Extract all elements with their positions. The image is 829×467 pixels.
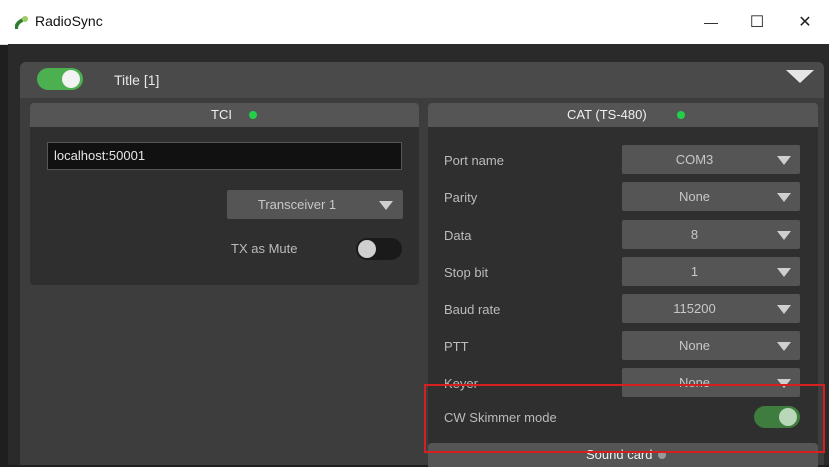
data-dropdown[interactable]: 8 — [622, 220, 800, 249]
minimize-button[interactable]: — — [688, 0, 734, 44]
maximize-icon: ☐ — [749, 14, 765, 31]
parity-label: Parity — [444, 190, 478, 205]
data-label: Data — [444, 228, 472, 243]
highlight-box — [424, 384, 825, 453]
section-title: Title [1] — [114, 72, 160, 88]
transceiver-value: Transceiver 1 — [257, 197, 337, 212]
stop-bit-label: Stop bit — [444, 265, 489, 280]
tx-as-mute-label: TX as Mute — [231, 241, 298, 256]
ptt-label: PTT — [444, 339, 469, 354]
data-value: 8 — [690, 227, 699, 242]
port-name-dropdown[interactable]: COM3 — [622, 145, 800, 174]
minimize-icon: — — [704, 14, 718, 30]
section-enable-toggle[interactable] — [37, 68, 83, 90]
maximize-button[interactable]: ☐ — [734, 0, 780, 44]
collapse-arrow-icon[interactable] — [786, 70, 814, 83]
close-button[interactable]: ✕ — [782, 0, 828, 44]
ptt-dropdown[interactable]: None — [622, 331, 800, 360]
chevron-down-icon — [777, 156, 791, 165]
port-name-value: COM3 — [675, 152, 714, 167]
app-logo-icon — [14, 16, 28, 29]
port-name-label: Port name — [444, 153, 504, 168]
title-bar: RadioSync — ☐ ✕ — [0, 0, 829, 45]
tci-status-indicator — [249, 111, 257, 119]
baud-rate-dropdown[interactable]: 115200 — [622, 294, 800, 323]
chevron-down-icon — [379, 201, 393, 210]
parity-value: None — [678, 189, 711, 204]
chevron-down-icon — [777, 305, 791, 314]
ptt-value: None — [678, 338, 711, 353]
tci-title: TCI — [211, 107, 232, 122]
parity-dropdown[interactable]: None — [622, 182, 800, 211]
chevron-down-icon — [777, 342, 791, 351]
chevron-down-icon — [777, 193, 791, 202]
chevron-down-icon — [777, 231, 791, 240]
baud-rate-label: Baud rate — [444, 302, 501, 317]
tx-as-mute-toggle[interactable] — [356, 238, 402, 260]
tci-address-input[interactable]: localhost:50001 — [47, 142, 402, 170]
transceiver-dropdown[interactable]: Transceiver 1 — [227, 190, 403, 219]
window-title: RadioSync — [35, 13, 103, 29]
baud-rate-value: 115200 — [673, 301, 716, 316]
stop-bit-dropdown[interactable]: 1 — [622, 257, 800, 286]
cat-status-indicator — [677, 111, 685, 119]
chevron-down-icon — [777, 268, 791, 277]
cat-title: CAT (TS-480) — [567, 107, 647, 122]
close-icon: ✕ — [798, 14, 812, 31]
stop-bit-value: 1 — [690, 264, 699, 279]
